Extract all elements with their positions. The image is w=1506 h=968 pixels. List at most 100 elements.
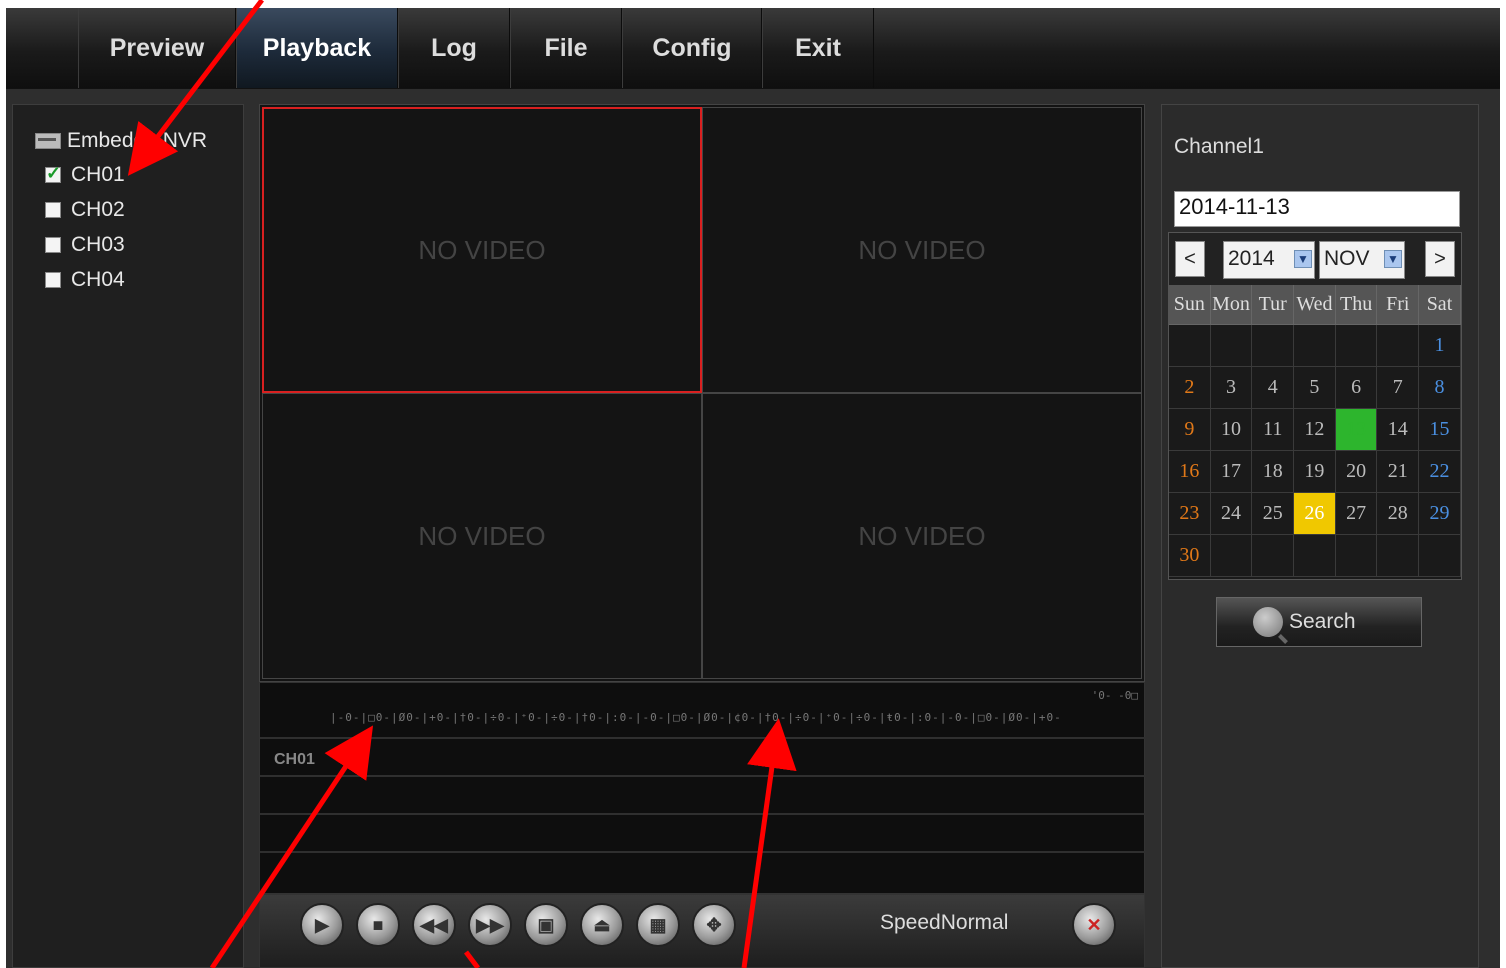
calendar-empty-cell [1294,535,1336,577]
calendar-day[interactable]: 23 [1169,493,1211,535]
no-video-label: NO VIDEO [418,234,546,265]
weekday-label: Wed [1294,285,1336,325]
tab-playback[interactable]: Playback [236,8,398,88]
timeline-zoom-markers[interactable]: '0- -0□ [1092,689,1138,702]
calendar-day[interactable]: 19 [1294,451,1336,493]
calendar-day[interactable]: 13 [1335,409,1378,451]
calendar-empty-cell [1377,325,1420,367]
calendar-empty-cell [1252,325,1295,367]
speed-label: SpeedNormal [880,911,1009,934]
calendar-day[interactable]: 28 [1377,493,1420,535]
timeline-divider [260,851,1146,853]
tab-preview[interactable]: Preview [78,8,236,88]
snapshot-window-button[interactable]: ▣ [524,903,568,947]
mute-button[interactable]: ✕ [1072,903,1116,947]
weekday-label: Sun [1169,285,1211,325]
ch03-checkbox[interactable] [45,237,61,253]
timeline-divider [260,775,1146,777]
calendar-day[interactable]: 4 [1252,367,1295,409]
calendar-day[interactable]: 27 [1335,493,1378,535]
fullscreen-icon: ✥ [706,914,722,935]
calendar-day[interactable]: 30 [1169,535,1211,577]
calendar-empty-cell [1169,325,1211,367]
fast-forward-button[interactable]: ▶▶ [468,903,512,947]
ch01-checkbox[interactable] [45,163,61,184]
calendar-day[interactable]: 1 [1419,325,1461,367]
ch04-label: CH04 [71,268,125,291]
calendar-day[interactable]: 21 [1377,451,1420,493]
video-cell-1[interactable]: NO VIDEO [262,107,702,393]
calendar-empty-cell [1210,535,1253,577]
chevron-down-icon: ▼ [1294,250,1312,268]
timeline-channel-label: CH01 [274,751,315,768]
timeline-divider [260,813,1146,815]
capture-button[interactable]: ⏏ [580,903,624,947]
tree-item-ch02[interactable]: CH02 [45,198,125,222]
calendar-day[interactable]: 16 [1169,451,1211,493]
calendar-day[interactable]: 5 [1294,367,1336,409]
timeline-scale[interactable]: |-0-|□0-|Ø0-|+0-|†0-|÷0-|⁺0-|÷0-|†0-|:0-… [330,711,1140,727]
tab-file[interactable]: File [510,8,622,88]
calendar-day[interactable]: 15 [1419,409,1461,451]
calendar-day[interactable]: 18 [1252,451,1295,493]
calendar-day[interactable]: 6 [1335,367,1378,409]
top-nav: Preview Playback Log File Config Exit [6,8,1500,89]
calendar-day[interactable]: 12 [1294,409,1336,451]
ch04-checkbox[interactable] [45,272,61,288]
prev-month-button[interactable]: < [1175,241,1205,277]
month-select[interactable]: NOV ▼ [1319,241,1405,279]
calendar-day[interactable]: 14 [1377,409,1420,451]
no-video-label: NO VIDEO [858,520,986,551]
stop-button[interactable]: ■ [356,903,400,947]
video-cell-2[interactable]: NO VIDEO [702,107,1142,393]
timeline-divider [260,737,1146,739]
rewind-button[interactable]: ◀◀ [412,903,456,947]
weekday-label: Tur [1252,285,1295,325]
calendar-grid: Sun Mon Tur Wed Thu Fri Sat 1 2 3 4 5 6 7 8 9 10 11 12 13 14… [1169,285,1461,577]
magnifier-icon [1253,607,1283,637]
calendar-day[interactable]: 22 [1419,451,1461,493]
tree-item-ch01[interactable]: CH01 [45,163,125,187]
year-select[interactable]: 2014 ▼ [1223,241,1315,279]
play-button[interactable]: ▶ [300,903,344,947]
calendar-day[interactable]: 7 [1377,367,1420,409]
calendar-week-row: 1 [1169,325,1461,367]
calendar-empty-cell [1419,535,1461,577]
search-button[interactable]: Search [1216,597,1422,647]
tree-item-ch03[interactable]: CH03 [45,233,125,257]
calendar-week-row: 2345678 [1169,367,1461,409]
date-field[interactable]: 2014-11-13 [1174,191,1460,227]
weekday-label: Thu [1335,285,1378,325]
tab-exit[interactable]: Exit [762,8,874,88]
calendar-day[interactable]: 20 [1335,451,1378,493]
stop-icon: ■ [372,914,384,935]
fast-forward-icon: ▶▶ [476,914,504,935]
tab-config[interactable]: Config [622,8,762,88]
calendar-week-row: 9 10 11 12 13 14 15 [1169,409,1461,451]
tab-log[interactable]: Log [398,8,510,88]
calendar-day[interactable]: 17 [1210,451,1253,493]
clip-button[interactable]: ▦ [636,903,680,947]
ch02-checkbox[interactable] [45,202,61,218]
tree-item-ch04[interactable]: CH04 [45,268,125,292]
calendar-day[interactable]: 10 [1210,409,1253,451]
playback-controls: ▶ ■ ◀◀ ▶▶ ▣ ⏏ ▦ ✥ SpeedNormal ✕ [259,894,1145,968]
calendar-day[interactable]: 8 [1419,367,1461,409]
fullscreen-button[interactable]: ✥ [692,903,736,947]
tree-root-nvr[interactable]: Embedd NVR [35,129,207,153]
calendar-day[interactable]: 24 [1210,493,1253,535]
window-icon: ▣ [537,914,555,935]
next-month-button[interactable]: > [1425,241,1455,277]
calendar-day[interactable]: 3 [1210,367,1253,409]
calendar-day[interactable]: 25 [1252,493,1295,535]
calendar-empty-cell [1335,325,1378,367]
calendar-day[interactable]: 29 [1419,493,1461,535]
calendar-day[interactable]: 2 [1169,367,1211,409]
calendar-day[interactable]: 9 [1169,409,1211,451]
calendar-week-row: 30 [1169,535,1461,577]
calendar-day[interactable]: 26 [1294,493,1336,535]
video-cell-4[interactable]: NO VIDEO [702,393,1142,679]
timeline-panel[interactable]: '0- -0□ |-0-|□0-|Ø0-|+0-|†0-|÷0-|⁺0-|÷0-… [259,682,1146,894]
video-cell-3[interactable]: NO VIDEO [262,393,702,679]
calendar-day[interactable]: 11 [1252,409,1295,451]
